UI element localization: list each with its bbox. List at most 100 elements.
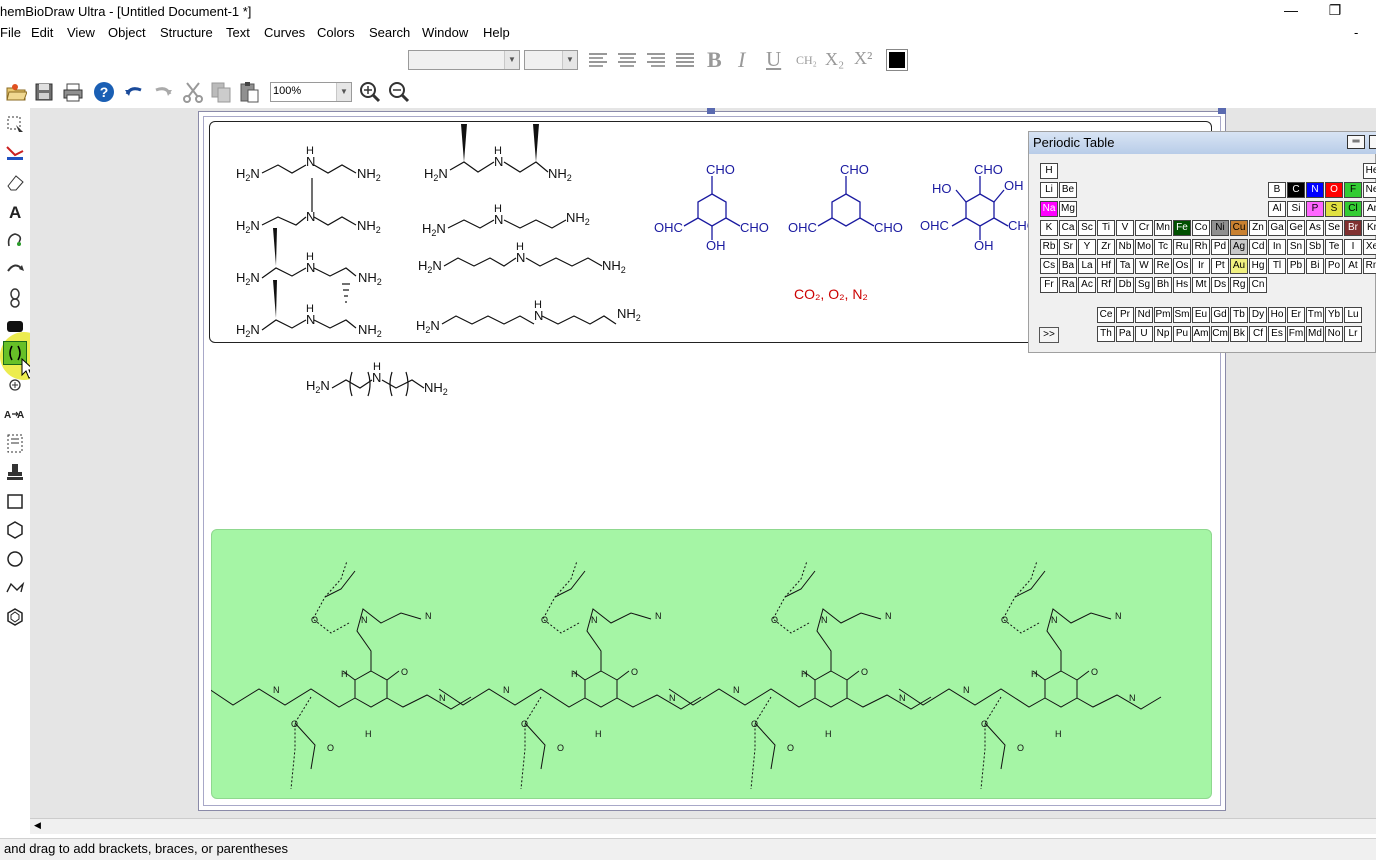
element-os[interactable]: Os [1173, 258, 1191, 274]
pin-icon[interactable]: ═ [1347, 135, 1365, 149]
element-mo[interactable]: Mo [1135, 239, 1153, 255]
element-in[interactable]: In [1268, 239, 1286, 255]
element-c[interactable]: C [1287, 182, 1305, 198]
element-mn[interactable]: Mn [1154, 220, 1172, 236]
element-al[interactable]: Al [1268, 201, 1286, 217]
element-cm[interactable]: Cm [1211, 326, 1229, 342]
element-re[interactable]: Re [1154, 258, 1172, 274]
element-zr[interactable]: Zr [1097, 239, 1115, 255]
element-no[interactable]: No [1325, 326, 1343, 342]
element-fr[interactable]: Fr [1040, 277, 1058, 293]
element-cd[interactable]: Cd [1249, 239, 1267, 255]
element-s[interactable]: S [1325, 201, 1343, 217]
element-be[interactable]: Be [1059, 182, 1077, 198]
element-co[interactable]: Co [1192, 220, 1210, 236]
element-bh[interactable]: Bh [1154, 277, 1172, 293]
element-rh[interactable]: Rh [1192, 239, 1210, 255]
element-np[interactable]: Np [1154, 326, 1172, 342]
horizontal-scrollbar[interactable]: ◀ [30, 818, 1376, 834]
element-lu[interactable]: Lu [1344, 307, 1362, 323]
element-es[interactable]: Es [1268, 326, 1286, 342]
element-ta[interactable]: Ta [1116, 258, 1134, 274]
element-h[interactable]: H [1040, 163, 1058, 179]
element-ar[interactable]: Ar [1363, 201, 1376, 217]
element-f[interactable]: F [1344, 182, 1362, 198]
element-mg[interactable]: Mg [1059, 201, 1077, 217]
element-se[interactable]: Se [1325, 220, 1343, 236]
element-i[interactable]: I [1344, 239, 1362, 255]
element-na[interactable]: Na [1040, 201, 1058, 217]
scroll-left-icon[interactable]: ◀ [34, 820, 41, 831]
element-si[interactable]: Si [1287, 201, 1305, 217]
element-po[interactable]: Po [1325, 258, 1343, 274]
element-tc[interactable]: Tc [1154, 239, 1172, 255]
element-nd[interactable]: Nd [1135, 307, 1153, 323]
element-md[interactable]: Md [1306, 326, 1324, 342]
element-bi[interactable]: Bi [1306, 258, 1324, 274]
element-k[interactable]: K [1040, 220, 1058, 236]
close-icon[interactable] [1369, 135, 1376, 149]
element-fe[interactable]: Fe [1173, 220, 1191, 236]
element-zn[interactable]: Zn [1249, 220, 1267, 236]
element-pb[interactable]: Pb [1287, 258, 1305, 274]
element-mt[interactable]: Mt [1192, 277, 1210, 293]
element-xe[interactable]: Xe [1363, 239, 1376, 255]
element-au[interactable]: Au [1230, 258, 1248, 274]
element-sr[interactable]: Sr [1059, 239, 1077, 255]
element-te[interactable]: Te [1325, 239, 1343, 255]
element-tm[interactable]: Tm [1306, 307, 1324, 323]
element-ir[interactable]: Ir [1192, 258, 1210, 274]
element-la[interactable]: La [1078, 258, 1096, 274]
element-ru[interactable]: Ru [1173, 239, 1191, 255]
element-cf[interactable]: Cf [1249, 326, 1267, 342]
periodic-table-titlebar[interactable]: Periodic Table ═ [1029, 132, 1376, 154]
element-li[interactable]: Li [1040, 182, 1058, 198]
element-sm[interactable]: Sm [1173, 307, 1191, 323]
element-sn[interactable]: Sn [1287, 239, 1305, 255]
element-pa[interactable]: Pa [1116, 326, 1134, 342]
element-lr[interactable]: Lr [1344, 326, 1362, 342]
element-ga[interactable]: Ga [1268, 220, 1286, 236]
element-pr[interactable]: Pr [1116, 307, 1134, 323]
element-rf[interactable]: Rf [1097, 277, 1115, 293]
element-hs[interactable]: Hs [1173, 277, 1191, 293]
element-ra[interactable]: Ra [1059, 277, 1077, 293]
element-br[interactable]: Br [1344, 220, 1362, 236]
element-w[interactable]: W [1135, 258, 1153, 274]
element-nb[interactable]: Nb [1116, 239, 1134, 255]
element-ce[interactable]: Ce [1097, 307, 1115, 323]
element-hf[interactable]: Hf [1097, 258, 1115, 274]
element-o[interactable]: O [1325, 182, 1343, 198]
element-am[interactable]: Am [1192, 326, 1210, 342]
element-tb[interactable]: Tb [1230, 307, 1248, 323]
element-cn[interactable]: Cn [1249, 277, 1267, 293]
element-er[interactable]: Er [1287, 307, 1305, 323]
element-fm[interactable]: Fm [1287, 326, 1305, 342]
element-th[interactable]: Th [1097, 326, 1115, 342]
element-rb[interactable]: Rb [1040, 239, 1058, 255]
element-gd[interactable]: Gd [1211, 307, 1229, 323]
element-pt[interactable]: Pt [1211, 258, 1229, 274]
element-at[interactable]: At [1344, 258, 1362, 274]
element-cu[interactable]: Cu [1230, 220, 1248, 236]
element-tl[interactable]: Tl [1268, 258, 1286, 274]
element-ba[interactable]: Ba [1059, 258, 1077, 274]
element-dy[interactable]: Dy [1249, 307, 1267, 323]
element-ti[interactable]: Ti [1097, 220, 1115, 236]
element-hg[interactable]: Hg [1249, 258, 1267, 274]
element-ne[interactable]: Ne [1363, 182, 1376, 198]
element-u[interactable]: U [1135, 326, 1153, 342]
element-v[interactable]: V [1116, 220, 1134, 236]
element-b[interactable]: B [1268, 182, 1286, 198]
element-y[interactable]: Y [1078, 239, 1096, 255]
element-rg[interactable]: Rg [1230, 277, 1248, 293]
element-cr[interactable]: Cr [1135, 220, 1153, 236]
element-ds[interactable]: Ds [1211, 277, 1229, 293]
element-ge[interactable]: Ge [1287, 220, 1305, 236]
element-bk[interactable]: Bk [1230, 326, 1248, 342]
element-pu[interactable]: Pu [1173, 326, 1191, 342]
element-sg[interactable]: Sg [1135, 277, 1153, 293]
element-as[interactable]: As [1306, 220, 1324, 236]
element-p[interactable]: P [1306, 201, 1324, 217]
more-elements-button[interactable]: >> [1039, 327, 1059, 343]
